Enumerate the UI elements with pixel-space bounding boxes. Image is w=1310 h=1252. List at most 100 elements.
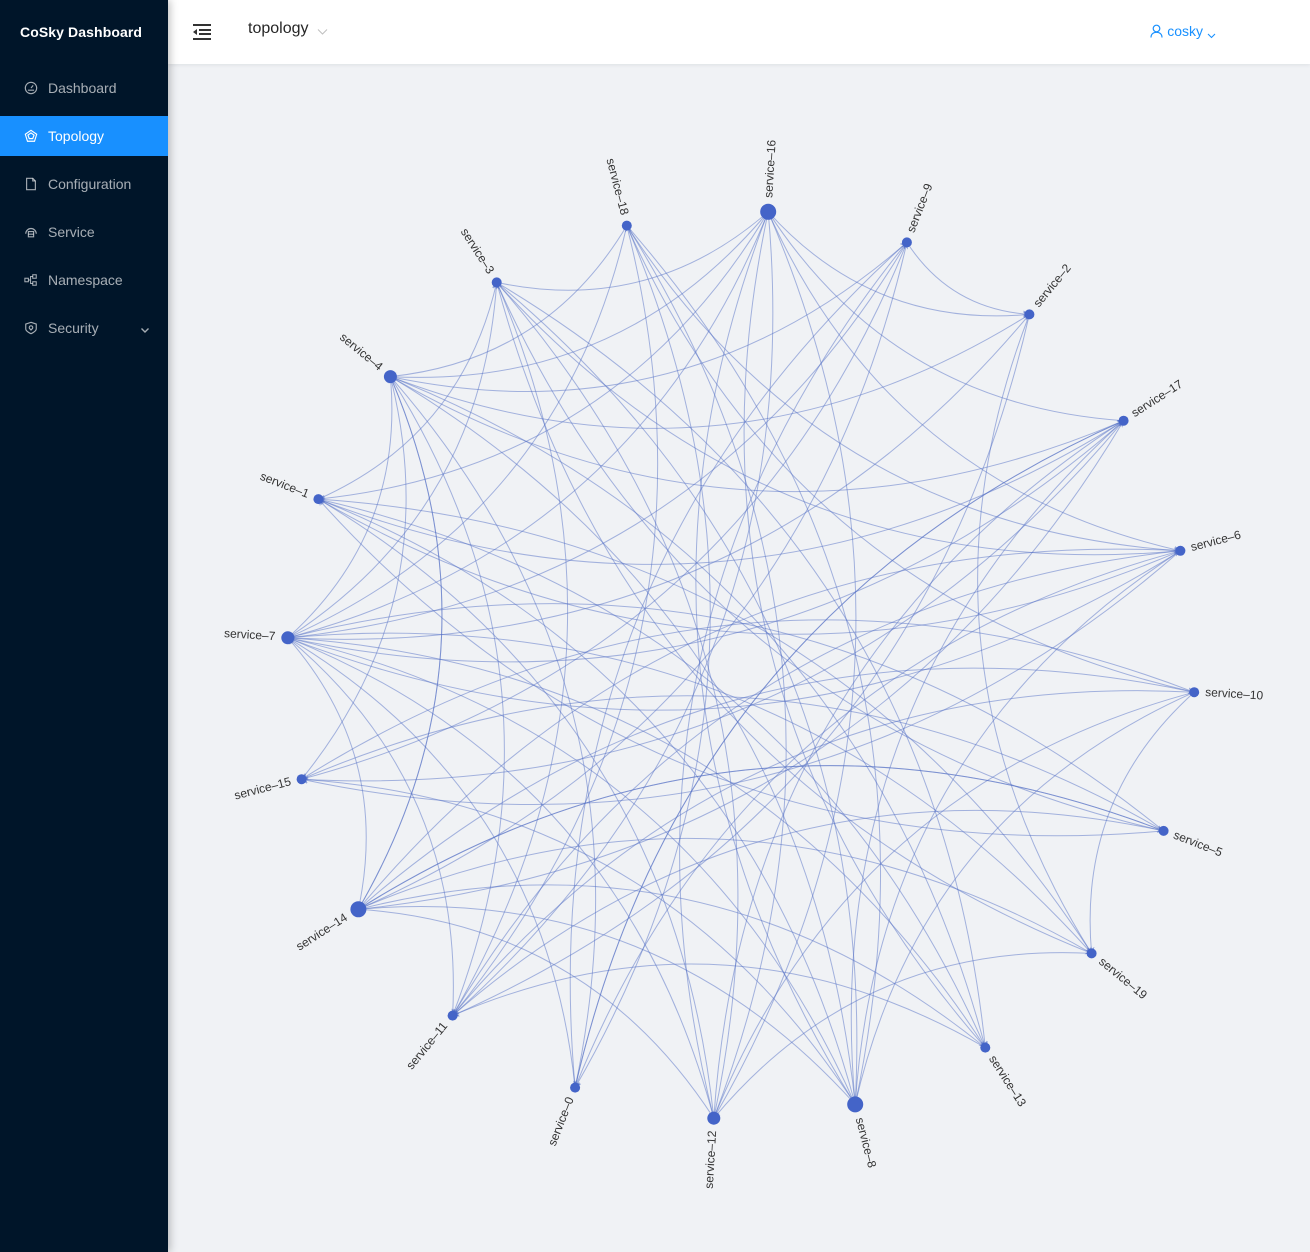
edge-service-0-to-service-7[interactable] [288, 638, 575, 1088]
edge-service-10-to-service-11[interactable] [453, 691, 1195, 1016]
edge-service-3-to-service-6[interactable] [497, 282, 1181, 554]
node-service-12[interactable]: service–12 [702, 1112, 721, 1189]
node-circle[interactable] [847, 1096, 863, 1112]
edge-service-16-to-service-1[interactable] [318, 212, 768, 499]
edge-service-6-to-service-8[interactable] [855, 551, 1180, 1105]
edge-service-18-to-service-6[interactable] [627, 226, 1181, 551]
edge-service-8-to-service-1[interactable] [318, 499, 855, 1104]
edge-service-16-to-service-13[interactable] [744, 212, 985, 1048]
edge-service-8-to-service-15[interactable] [302, 779, 856, 1104]
edge-service-7-to-service-3[interactable] [288, 282, 497, 637]
edge-service-11-to-service-3[interactable] [453, 282, 568, 1015]
edge-service-3-to-service-19[interactable] [497, 282, 1092, 953]
edge-service-19-to-service-1[interactable] [318, 499, 1091, 953]
node-circle[interactable] [1087, 948, 1097, 958]
node-service-17[interactable]: service–17 [1119, 377, 1186, 426]
edge-service-2-to-service-11[interactable] [453, 314, 1030, 1015]
node-circle[interactable] [297, 774, 307, 784]
sidebar-item-topology[interactable]: Topology [0, 116, 168, 156]
node-service-7[interactable]: service–7 [224, 626, 295, 644]
edge-service-17-to-service-14[interactable] [358, 421, 1123, 910]
node-service-11[interactable]: service–11 [403, 1011, 457, 1073]
edge-service-17-to-service-7[interactable] [288, 421, 1124, 662]
node-circle[interactable] [707, 1112, 720, 1125]
node-service-13[interactable]: service–13 [980, 1043, 1029, 1110]
edge-service-18-to-service-7[interactable] [288, 226, 627, 638]
edge-service-4-to-service-16[interactable] [390, 212, 768, 378]
sidebar-item-security[interactable]: Security [0, 308, 168, 348]
edge-service-3-to-service-8[interactable] [497, 282, 857, 1104]
edge-service-3-to-service-12[interactable] [497, 282, 738, 1118]
node-circle[interactable] [1175, 546, 1185, 556]
edge-service-8-to-service-14[interactable] [358, 906, 855, 1104]
edge-service-1-to-service-3[interactable] [318, 282, 496, 499]
edge-service-2-to-service-7[interactable] [288, 314, 1030, 639]
edge-service-11-to-service-18[interactable] [453, 226, 658, 1016]
node-circle[interactable] [1189, 687, 1199, 697]
node-circle[interactable] [980, 1043, 990, 1053]
edge-service-6-to-service-14[interactable] [358, 549, 1180, 909]
node-circle[interactable] [350, 901, 366, 917]
edge-service-18-to-service-8[interactable] [627, 226, 881, 1105]
node-circle[interactable] [622, 221, 632, 231]
node-service-14[interactable]: service–14 [293, 901, 366, 953]
node-circle[interactable] [1119, 416, 1129, 426]
edge-service-3-to-service-13[interactable] [497, 282, 986, 1047]
node-circle[interactable] [448, 1011, 458, 1021]
sidebar-item-configuration[interactable]: Configuration [0, 164, 168, 204]
edge-service-12-to-service-14[interactable] [358, 909, 713, 1118]
edge-service-4-to-service-14[interactable] [358, 377, 442, 910]
edge-service-11-to-service-7[interactable] [288, 638, 454, 1016]
node-service-3[interactable]: service–3 [458, 226, 502, 288]
node-service-19[interactable]: service–19 [1087, 948, 1151, 1002]
edge-service-18-to-service-0[interactable] [575, 226, 710, 1088]
topology-graph[interactable]: service–16 service–9 service–2 service–17 se… [0, 0, 1310, 1252]
edge-service-10-to-service-14[interactable] [358, 668, 1194, 909]
edge-service-18-to-service-10[interactable] [627, 226, 1194, 693]
node-service-16[interactable]: service–16 [760, 139, 779, 220]
app-logo[interactable]: CoSky Dashboard [0, 0, 168, 64]
edge-service-6-to-service-15[interactable] [302, 551, 1181, 805]
node-service-10[interactable]: service–10 [1189, 685, 1264, 702]
edge-service-13-to-service-14[interactable] [358, 885, 985, 1048]
edge-service-14-to-service-4[interactable] [358, 377, 442, 910]
node-service-9[interactable]: service–9 [902, 181, 936, 247]
edge-service-1-to-service-17[interactable] [318, 421, 1123, 565]
node-service-0[interactable]: service–0 [545, 1083, 580, 1148]
edge-service-10-to-service-8[interactable] [855, 692, 1194, 1104]
edge-service-4-to-service-17[interactable] [390, 377, 1123, 492]
edge-service-19-to-service-12[interactable] [714, 953, 1092, 1119]
node-service-15[interactable]: service–15 [233, 774, 307, 802]
edge-service-14-to-service-7[interactable] [288, 638, 366, 910]
sidebar-item-namespace[interactable]: Namespace [0, 260, 168, 300]
node-service-4[interactable]: service–4 [337, 330, 397, 383]
node-service-8[interactable]: service–8 [847, 1096, 879, 1169]
edge-service-15-to-service-17[interactable] [302, 421, 1124, 781]
edge-service-15-to-service-9[interactable] [302, 242, 907, 779]
edge-service-16-to-service-2[interactable] [768, 212, 1029, 316]
node-circle[interactable] [313, 494, 323, 504]
edge-service-6-to-service-0[interactable] [575, 551, 1180, 1088]
edge-service-17-to-service-16[interactable] [768, 212, 1123, 421]
node-circle[interactable] [281, 631, 294, 644]
edge-service-5-to-service-7[interactable] [288, 604, 1164, 831]
edge-service-0-to-service-9[interactable] [570, 242, 907, 1087]
node-circle[interactable] [760, 204, 776, 220]
edge-service-4-to-service-9[interactable] [390, 242, 907, 391]
node-service-1[interactable]: service–1 [258, 469, 323, 504]
edge-service-16-to-service-6[interactable] [768, 212, 1180, 551]
node-circle[interactable] [384, 370, 397, 383]
node-service-5[interactable]: service–5 [1159, 826, 1225, 860]
menu-fold-icon[interactable] [192, 22, 212, 42]
node-service-2[interactable]: service–2 [1024, 261, 1074, 319]
node-circle[interactable] [902, 237, 912, 247]
sidebar-item-dashboard[interactable]: Dashboard [0, 68, 168, 108]
edge-service-6-to-service-7[interactable] [288, 551, 1181, 710]
node-circle[interactable] [1159, 826, 1169, 836]
edge-service-18-to-service-4[interactable] [390, 226, 626, 377]
edge-service-9-to-service-2[interactable] [907, 242, 1030, 314]
page-select[interactable]: topology [248, 20, 328, 38]
edge-service-12-to-service-1[interactable] [318, 499, 713, 1118]
edge-service-16-to-service-11[interactable] [453, 212, 773, 1016]
node-service-18[interactable]: service–18 [603, 157, 631, 231]
